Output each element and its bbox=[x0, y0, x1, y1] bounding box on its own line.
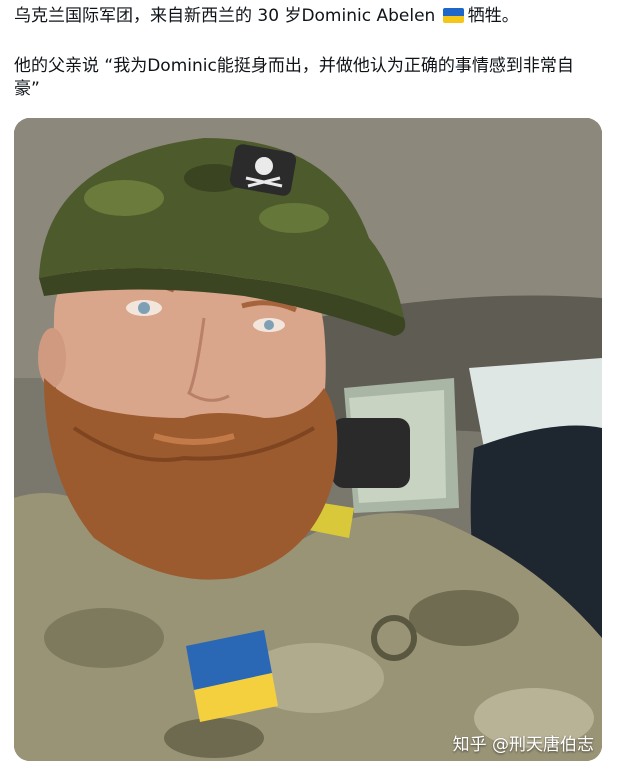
post-text-line-2: 他的父亲说 “我为Dominic能挺身而出，并做他认为正确的事情感到非常自 bbox=[14, 56, 574, 76]
post-text-line-3: 豪” bbox=[14, 79, 40, 99]
soldier-selfie-photo bbox=[14, 118, 602, 761]
ukraine-patch bbox=[186, 630, 278, 722]
tweet-page: 乌克兰国际军团，来自新西兰的 30 岁Dominic Abelen 牺牲。 他的… bbox=[0, 0, 619, 769]
post-text-before-flag: 乌克兰国际军团，来自新西兰的 30 岁Dominic Abelen bbox=[14, 6, 441, 26]
post-photo[interactable]: 知乎 @刑天唐伯志 bbox=[14, 118, 602, 761]
ukraine-flag-icon bbox=[442, 8, 464, 23]
post-text-line-1: 乌克兰国际军团，来自新西兰的 30 岁Dominic Abelen 牺牲。 bbox=[14, 5, 519, 27]
zhihu-watermark: 知乎 @刑天唐伯志 bbox=[452, 735, 594, 755]
post-text-after-flag: 牺牲。 bbox=[467, 6, 519, 26]
